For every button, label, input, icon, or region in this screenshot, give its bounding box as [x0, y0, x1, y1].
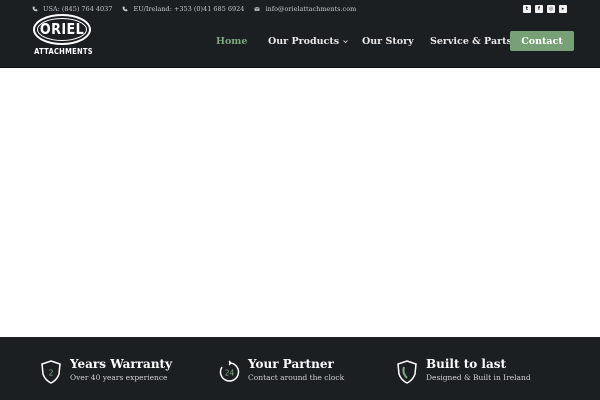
phone-icon — [122, 6, 128, 12]
main-content — [0, 69, 600, 337]
warranty-shield-icon: 2 — [40, 360, 62, 384]
facebook-icon[interactable]: f — [535, 5, 543, 13]
features-bar: 2 Years Warranty Over 40 years experienc… — [0, 337, 600, 400]
feature-subtitle: Over 40 years experience — [70, 373, 168, 382]
shield-icon — [396, 360, 418, 384]
youtube-icon[interactable]: ▸ — [559, 5, 567, 13]
feature-title: Years Warranty — [70, 357, 173, 371]
nav-our-products-label: Our Products — [268, 35, 340, 47]
site-header: USA: (845) 764 4037 EU/Ireland: +353 (0)… — [0, 0, 600, 68]
nav-home[interactable]: Home — [216, 31, 247, 51]
chevron-down-icon — [343, 39, 348, 44]
twitter-icon[interactable]: t — [523, 5, 531, 13]
eu-phone[interactable]: EU/Ireland: +353 (0)41 685 6924 — [122, 5, 244, 13]
warranty-number: 2 — [48, 369, 53, 378]
feature-subtitle: Designed & Built in Ireland — [426, 373, 531, 382]
envelope-icon — [254, 6, 261, 12]
contact-button[interactable]: Contact — [510, 31, 574, 51]
nav-our-products[interactable]: Our Products — [268, 31, 348, 51]
social-links: t f ◎ ▸ — [523, 5, 567, 13]
nav-service-parts[interactable]: Service & Parts — [430, 31, 512, 51]
usa-phone[interactable]: USA: (845) 764 4037 — [32, 5, 112, 13]
clock-24-icon: 24 — [218, 360, 240, 384]
instagram-icon[interactable]: ◎ — [547, 5, 555, 13]
feature-title: Built to last — [426, 357, 507, 371]
feature-title: Your Partner — [248, 357, 334, 371]
eu-phone-text: EU/Ireland: +353 (0)41 685 6924 — [133, 5, 245, 13]
usa-phone-text: USA: (845) 764 4037 — [43, 5, 113, 13]
partner-hours: 24 — [225, 369, 235, 378]
phone-icon — [32, 6, 38, 12]
email-link[interactable]: info@orielattachments.com — [254, 5, 356, 13]
feature-subtitle: Contact around the clock — [248, 373, 345, 382]
nav-our-story[interactable]: Our Story — [362, 31, 414, 51]
logo-name: ORIEL — [39, 20, 85, 38]
email-text: info@orielattachments.com — [265, 5, 357, 13]
logo-subtitle: ATTACHMENTS — [34, 47, 93, 56]
oriel-logo[interactable]: ORIEL ATTACHMENTS — [31, 14, 93, 58]
